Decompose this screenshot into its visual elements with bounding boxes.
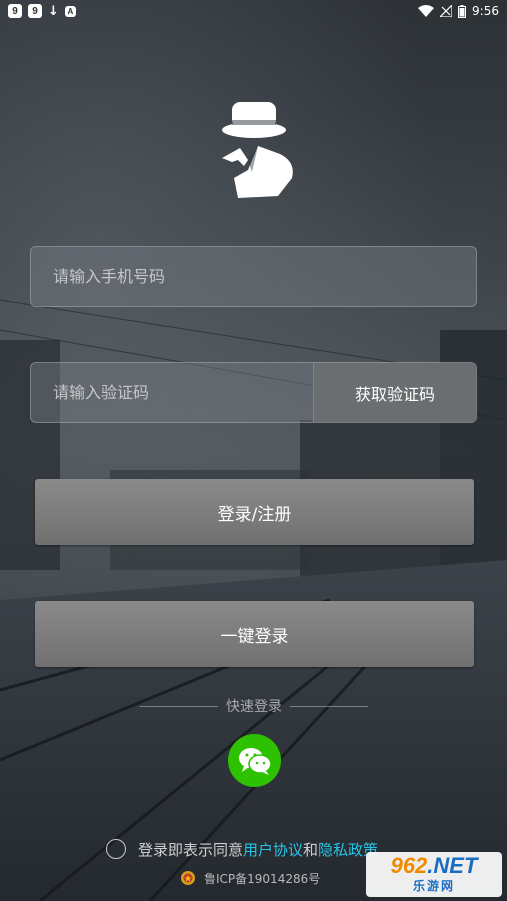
one-click-login-button[interactable]: 一键登录 xyxy=(35,601,474,667)
watermark-num: 962 xyxy=(390,853,428,878)
watermark-logo: 962.NET xyxy=(391,855,478,877)
agreement-row: 登录即表示同意用户协议和隐私政策 xyxy=(106,838,378,860)
divider-line xyxy=(140,705,218,707)
spy-logo-icon xyxy=(222,102,293,198)
login-register-button[interactable]: 登录/注册 xyxy=(35,479,474,545)
icp-number: 鲁ICP备19014286号 xyxy=(204,871,321,886)
notification-badge: A xyxy=(64,5,76,17)
site-watermark: 962.NET 乐游网 xyxy=(366,852,502,897)
icp-info: 鲁ICP备19014286号 xyxy=(180,868,320,888)
status-bar: 9 9 ↓ A 9:56 xyxy=(0,0,507,22)
quick-login-label: 快速登录 xyxy=(226,699,282,715)
phone-field xyxy=(30,246,477,307)
agreement-text: 登录即表示同意用户协议和隐私政策 xyxy=(138,839,378,860)
verification-code-input[interactable] xyxy=(31,363,313,422)
battery-icon xyxy=(458,4,467,18)
get-code-button[interactable]: 获取验证码 xyxy=(313,363,476,422)
quick-login-divider: 快速登录 xyxy=(140,696,368,716)
status-notifications: 9 9 ↓ A xyxy=(8,4,76,19)
user-agreement-link[interactable]: 用户协议 xyxy=(243,841,303,859)
phone-input[interactable] xyxy=(31,247,476,306)
wechat-icon xyxy=(238,747,272,775)
divider-line xyxy=(290,705,368,707)
agreement-prefix: 登录即表示同意 xyxy=(138,840,244,859)
notification-badge: 9 xyxy=(8,4,22,18)
status-system: 9:56 xyxy=(418,4,499,18)
wifi-icon xyxy=(418,5,435,17)
watermark-caption: 乐游网 xyxy=(412,879,455,893)
download-icon: ↓ xyxy=(48,3,59,19)
police-badge-icon xyxy=(181,871,195,885)
code-field: 获取验证码 xyxy=(30,362,477,423)
signal-icon xyxy=(440,5,453,17)
wechat-login-button[interactable] xyxy=(228,734,281,787)
status-time: 9:56 xyxy=(472,4,499,18)
agreement-and: 和 xyxy=(303,840,319,859)
agreement-radio[interactable] xyxy=(106,839,126,859)
watermark-net: .NET xyxy=(427,853,478,878)
notification-badge: 9 xyxy=(28,4,42,18)
